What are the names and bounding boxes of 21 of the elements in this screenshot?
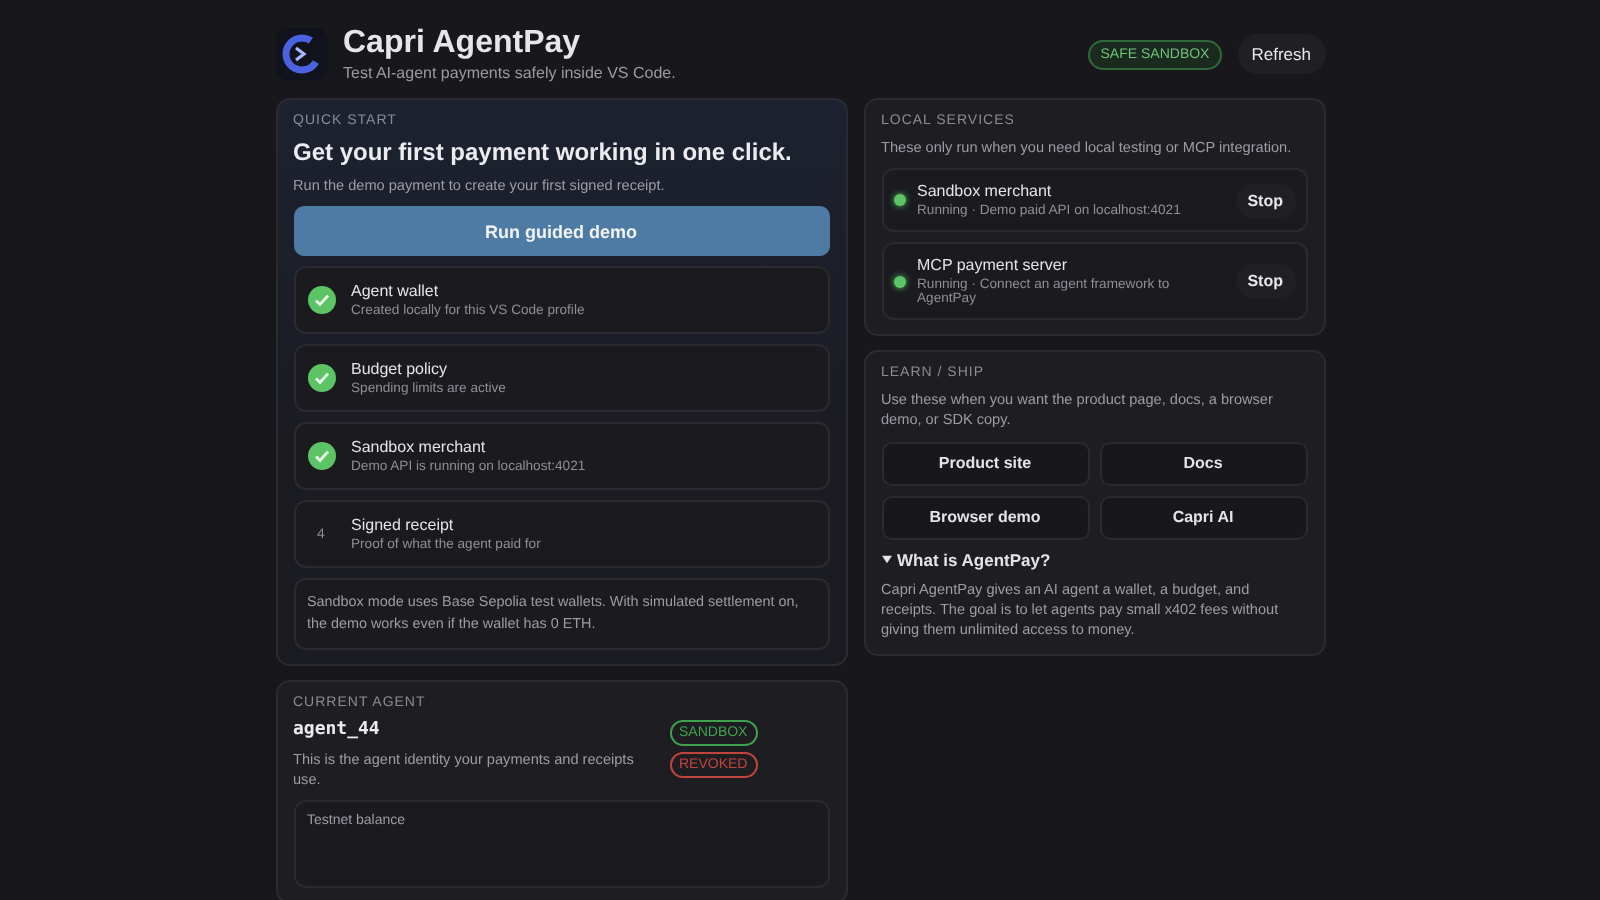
step-title: Sandbox merchant	[351, 438, 488, 457]
link-button[interactable]: Capri AI	[1099, 495, 1307, 540]
refresh-button[interactable]: Refresh	[1237, 34, 1325, 74]
stop-button[interactable]: Stop	[1235, 183, 1295, 218]
caret-icon[interactable]	[881, 554, 891, 565]
link-button[interactable]: Docs	[1099, 441, 1307, 486]
link-button[interactable]: Product site	[881, 441, 1089, 486]
logo-icon	[275, 28, 327, 80]
faq-toggle[interactable]: What is AgentPay?	[897, 549, 1051, 570]
agent-name: agent_44	[293, 719, 382, 740]
run-demo-button[interactable]: Run guided demo	[293, 206, 829, 257]
app-subtitle: Test AI-agent payments safely inside VS Code.	[343, 64, 678, 82]
service-name: Sandbox merchant	[917, 182, 1054, 201]
step-title: Budget policy	[351, 360, 450, 379]
step-title: Signed receipt	[351, 516, 456, 535]
stop-button[interactable]: Stop	[1235, 264, 1295, 299]
link-button[interactable]: Browser demo	[881, 495, 1089, 540]
app-title: Capri AgentPay	[343, 26, 583, 62]
service-name: MCP payment server	[917, 256, 1069, 275]
card-title: Get your first payment working in one click.	[293, 138, 794, 166]
step-title: Agent wallet	[351, 282, 441, 301]
